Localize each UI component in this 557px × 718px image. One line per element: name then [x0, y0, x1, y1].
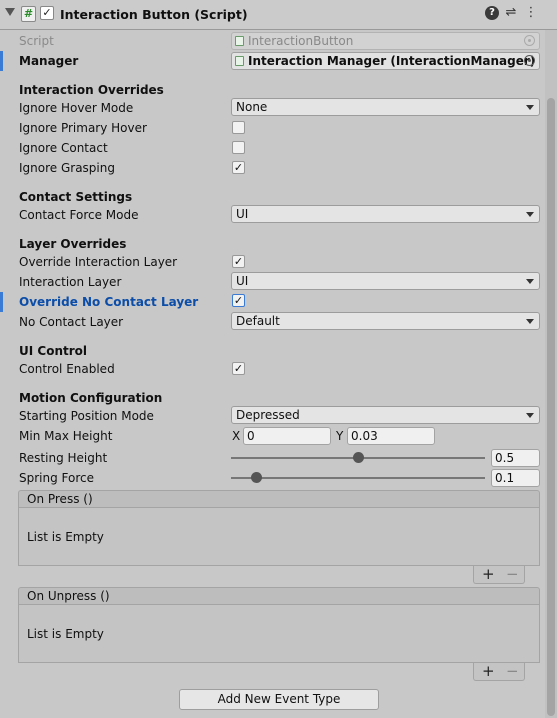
dropdown-arrow-icon [526, 279, 534, 284]
component-header: # ✓ Interaction Button (Script) ? ⇌ ⋮ [0, 0, 557, 30]
manager-label: Manager [19, 54, 79, 68]
override-interaction-layer-checkbox[interactable]: ✓ [232, 255, 245, 268]
interaction-layer-value: UI [236, 274, 249, 288]
starting-position-mode-value: Depressed [236, 408, 300, 422]
min-max-height-y-label: Y [336, 429, 344, 443]
remove-listener-button[interactable]: − [506, 663, 519, 679]
resting-height-label: Resting Height [19, 451, 108, 465]
dropdown-arrow-icon [526, 319, 534, 324]
spring-force-slider-track[interactable] [231, 477, 485, 479]
dropdown-arrow-icon [526, 212, 534, 217]
contact-force-mode-dropdown[interactable]: UI [231, 205, 540, 223]
min-max-height-label: Min Max Height [19, 429, 113, 443]
script-file-icon [235, 36, 244, 46]
ignore-grasping-label: Ignore Grasping [19, 161, 115, 175]
remove-listener-button[interactable]: − [506, 566, 519, 582]
event-header: On Press () [18, 490, 540, 508]
component-title: Interaction Button (Script) [60, 7, 248, 22]
modified-marker [0, 51, 3, 71]
section-interaction-overrides: Interaction Overrides [19, 83, 164, 97]
contact-force-mode-label: Contact Force Mode [19, 208, 139, 222]
foldout-arrow-icon[interactable] [5, 8, 15, 16]
resting-height-slider-handle[interactable] [352, 452, 364, 463]
contact-force-mode-value: UI [236, 207, 249, 221]
override-no-contact-layer-label: Override No Contact Layer [19, 295, 199, 309]
starting-position-mode-dropdown[interactable]: Depressed [231, 406, 540, 424]
section-contact-settings: Contact Settings [19, 190, 133, 204]
help-icon[interactable]: ? [485, 6, 499, 20]
add-new-event-type-button[interactable]: Add New Event Type [179, 689, 379, 710]
dropdown-arrow-icon [526, 105, 534, 110]
min-max-height-y-field[interactable]: 0.03 [347, 427, 435, 445]
section-ui-control: UI Control [19, 344, 87, 358]
control-enabled-checkbox[interactable]: ✓ [232, 362, 245, 375]
add-listener-button[interactable]: + [482, 663, 495, 679]
context-menu-icon[interactable]: ⋮ [524, 6, 538, 20]
component-icon [235, 56, 244, 66]
script-label: Script [19, 34, 54, 48]
ignore-primary-hover-label: Ignore Primary Hover [19, 121, 147, 135]
event-empty-text: List is Empty [18, 605, 540, 663]
ignore-hover-mode-label: Ignore Hover Mode [19, 101, 134, 115]
script-value: InteractionButton [248, 34, 354, 48]
ignore-hover-mode-dropdown[interactable]: None [231, 98, 540, 116]
dropdown-arrow-icon [526, 413, 534, 418]
min-max-height-x-field[interactable]: 0 [243, 427, 331, 445]
override-interaction-layer-label: Override Interaction Layer [19, 255, 178, 269]
component-enabled-checkbox[interactable]: ✓ [40, 6, 54, 20]
ignore-contact-label: Ignore Contact [19, 141, 108, 155]
no-contact-layer-value: Default [236, 314, 280, 328]
event-header: On Unpress () [18, 587, 540, 605]
no-contact-layer-dropdown[interactable]: Default [231, 312, 540, 330]
script-icon: # [21, 6, 36, 22]
min-max-height-x-label: X [232, 429, 241, 443]
scrollbar[interactable] [545, 30, 557, 718]
override-no-contact-layer-checkbox[interactable]: ✓ [232, 294, 245, 307]
event-footer: + − [473, 566, 525, 584]
ignore-contact-checkbox[interactable] [232, 141, 245, 154]
resting-height-field[interactable]: 0.5 [491, 449, 540, 467]
object-picker-icon[interactable] [524, 55, 535, 66]
manager-field[interactable]: Interaction Manager (InteractionManager) [231, 52, 540, 70]
scrollbar-thumb[interactable] [547, 98, 555, 716]
section-motion-configuration: Motion Configuration [19, 391, 163, 405]
script-field[interactable]: InteractionButton [231, 32, 540, 50]
starting-position-mode-label: Starting Position Mode [19, 409, 154, 423]
manager-value: Interaction Manager (InteractionManager) [248, 54, 536, 68]
spring-force-label: Spring Force [19, 471, 95, 485]
ignore-hover-mode-value: None [236, 100, 268, 114]
add-listener-button[interactable]: + [482, 566, 495, 582]
modified-marker [0, 292, 3, 312]
no-contact-layer-label: No Contact Layer [19, 315, 124, 329]
control-enabled-label: Control Enabled [19, 362, 115, 376]
preset-settings-icon[interactable]: ⇌ [504, 6, 518, 20]
section-layer-overrides: Layer Overrides [19, 237, 127, 251]
event-footer: + − [473, 663, 525, 681]
object-picker-icon[interactable] [524, 35, 535, 46]
interaction-layer-label: Interaction Layer [19, 275, 122, 289]
interaction-layer-dropdown[interactable]: UI [231, 272, 540, 290]
ignore-primary-hover-checkbox[interactable] [232, 121, 245, 134]
spring-force-field[interactable]: 0.1 [491, 469, 540, 487]
spring-force-slider-handle[interactable] [250, 472, 262, 483]
event-empty-text: List is Empty [18, 508, 540, 566]
ignore-grasping-checkbox[interactable]: ✓ [232, 161, 245, 174]
